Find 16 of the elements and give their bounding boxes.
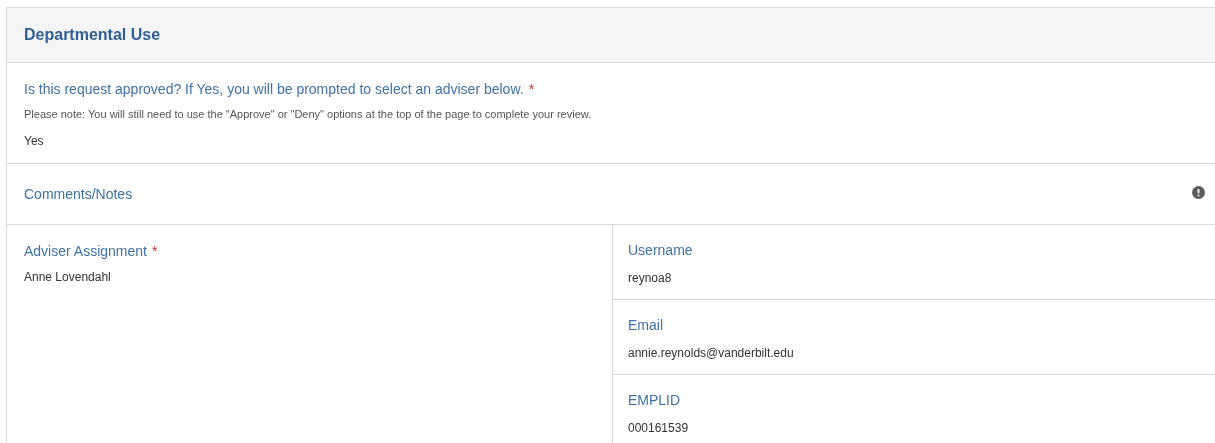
field-label: Email: [628, 316, 663, 335]
field-label: Adviser Assignment: [24, 242, 147, 261]
required-asterisk: *: [528, 80, 535, 99]
note-text: Please note: You will still need to use the "Approve" or "Deny" options at the top of the page to complete your review.: [24, 107, 593, 122]
info-icon[interactable]: [1192, 185, 1205, 199]
field-value: Anne Lovendahl: [24, 269, 111, 286]
required-asterisk: *: [151, 242, 158, 261]
field-label: Comments/Notes: [24, 184, 133, 204]
panel-title: Departmental Use: [24, 25, 161, 45]
field-value: 000161539: [628, 420, 689, 437]
field-label: EMPLID: [628, 391, 681, 410]
field-value: annie.reynolds@vanderbilt.edu: [628, 345, 794, 362]
field-value: Yes: [24, 132, 45, 150]
field-label: Is this request approved? If Yes, you will be prompted to select an adviser below.: [24, 80, 524, 99]
field-value: reynoa8: [628, 270, 672, 287]
field-label: Username: [628, 241, 693, 260]
